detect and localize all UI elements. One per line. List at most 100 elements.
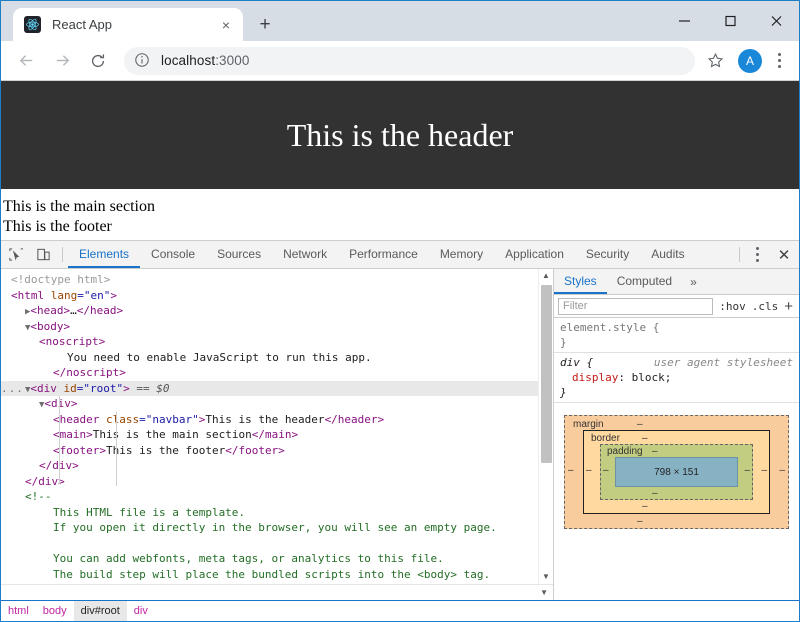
avatar[interactable]: A (738, 48, 762, 73)
style-rule[interactable]: element.style { } (554, 318, 799, 353)
dom-node-line[interactable]: <noscript> (1, 334, 553, 350)
page-header-text: This is the header (286, 116, 514, 153)
dom-node-line[interactable]: This HTML file is a template. (1, 505, 553, 521)
close-window-button[interactable] (753, 1, 799, 39)
dom-node-line[interactable]: <!doctype html> (1, 272, 553, 288)
scrollbar-track[interactable] (539, 283, 554, 570)
padding-top-value[interactable]: – (652, 446, 658, 457)
border-right-value[interactable]: – (761, 465, 767, 476)
url-port: :3000 (215, 53, 250, 68)
devtools-tab-network[interactable]: Network (272, 241, 338, 268)
dom-node-badge-icon[interactable]: ... (1, 381, 24, 397)
new-tab-button[interactable]: + (251, 10, 279, 38)
dom-node-line[interactable]: If you open it directly in the browser, … (1, 520, 553, 536)
dom-node-line[interactable]: <footer>This is the footer</footer> (1, 443, 553, 459)
styles-tab-styles[interactable]: Styles (554, 269, 607, 294)
style-rule[interactable]: user agent stylesheet div { display: blo… (554, 353, 799, 403)
dom-node-line[interactable]: </div> (1, 458, 553, 474)
dom-node-line[interactable]: ▶<head>…</head> (1, 303, 553, 319)
border-bottom-value[interactable]: – (642, 501, 648, 512)
maximize-button[interactable] (707, 1, 753, 39)
scroll-more-arrow-icon[interactable]: ▼ (540, 588, 553, 597)
tab-close-icon[interactable]: × (217, 16, 235, 34)
back-icon[interactable] (11, 46, 41, 76)
dom-node-line[interactable]: <main>This is the main section</main> (1, 427, 553, 443)
dom-node-content: If you open it directly in the browser, … (53, 521, 497, 534)
devtools-close-button[interactable]: ✕ (769, 241, 799, 268)
dom-node-line[interactable]: <header class="navbar">This is the heade… (1, 412, 553, 428)
dom-node-line[interactable]: ▼<div> (1, 396, 553, 412)
minimize-button[interactable] (661, 1, 707, 39)
styles-filter-input[interactable] (558, 297, 714, 315)
forward-icon[interactable] (47, 46, 77, 76)
box-model-border[interactable]: border – – – – padding – – – – 798 × 151 (583, 430, 770, 514)
margin-right-value[interactable]: – (779, 465, 785, 476)
rule-selector[interactable]: div { (560, 356, 593, 369)
margin-bottom-value[interactable]: – (637, 516, 643, 527)
scroll-up-arrow-icon[interactable]: ▲ (542, 269, 550, 283)
rule-property-name[interactable]: display (560, 371, 618, 384)
dom-node-line[interactable]: You need to enable JavaScript to run thi… (1, 350, 553, 366)
dom-node-line[interactable]: </div> (1, 474, 553, 490)
padding-left-value[interactable]: – (603, 465, 609, 476)
rule-property-value[interactable]: block; (632, 371, 672, 384)
window-controls (661, 1, 799, 39)
box-model-margin[interactable]: margin – – – – border – – – – padding – … (564, 415, 789, 529)
devtools-tab-security[interactable]: Security (575, 241, 640, 268)
dom-node-line[interactable] (1, 536, 553, 552)
breadcrumb-item-div-root[interactable]: div#root (73, 601, 127, 621)
breadcrumb-item-body[interactable]: body (36, 601, 74, 621)
dom-node-line[interactable]: The build step will place the bundled sc… (1, 567, 553, 583)
inspect-element-icon[interactable] (1, 241, 29, 268)
padding-bottom-value[interactable]: – (652, 488, 658, 499)
dom-vertical-scrollbar[interactable]: ▲ ▼ (538, 269, 553, 584)
hov-toggle-button[interactable]: :hov (719, 300, 746, 313)
styles-more-icon[interactable]: » (682, 269, 705, 294)
devtools-tab-performance[interactable]: Performance (338, 241, 429, 268)
dom-node-line[interactable]: ▼<body> (1, 319, 553, 335)
dom-horizontal-scrollbar[interactable]: ▼ (1, 584, 553, 600)
tab-title: React App (52, 17, 112, 32)
dom-tree[interactable]: <!doctype html> <html lang="en"> ▶<head>…<… (1, 269, 553, 584)
devtools-tab-elements[interactable]: Elements (68, 241, 141, 268)
device-toolbar-icon[interactable] (29, 241, 57, 268)
styles-tab-computed[interactable]: Computed (607, 269, 682, 294)
rule-selector[interactable]: element.style { (560, 321, 659, 334)
border-left-value[interactable]: – (586, 465, 592, 476)
dom-node-line[interactable]: ... ▼<div id="root"> == $0 (1, 380, 553, 397)
dom-node-line[interactable]: <!-- (1, 489, 553, 505)
devtools-body: <!doctype html> <html lang="en"> ▶<head>…<… (1, 269, 799, 600)
box-model-padding[interactable]: padding – – – – 798 × 151 (600, 444, 753, 500)
box-model-diagram[interactable]: margin – – – – border – – – – padding – … (564, 415, 789, 529)
devtools-tab-audits[interactable]: Audits (640, 241, 695, 268)
dom-node-line[interactable]: </noscript> (1, 365, 553, 381)
reload-icon[interactable] (83, 46, 113, 76)
rule-property-sep: : (618, 371, 632, 384)
url-host: localhost (161, 53, 216, 68)
dom-node-line[interactable]: <html lang="en"> (1, 288, 553, 304)
url-text: localhost:3000 (161, 53, 249, 68)
box-model-content[interactable]: 798 × 151 (615, 457, 738, 487)
margin-top-value[interactable]: – (637, 419, 643, 430)
scrollbar-thumb[interactable] (540, 285, 552, 463)
scroll-down-arrow-icon[interactable]: ▼ (542, 570, 550, 584)
margin-left-value[interactable]: – (568, 465, 574, 476)
devtools-more-icon[interactable] (745, 241, 769, 268)
devtools-tab-memory[interactable]: Memory (429, 241, 494, 268)
border-top-value[interactable]: – (642, 433, 648, 444)
new-style-rule-button[interactable]: + (784, 299, 795, 314)
devtools-tab-sources[interactable]: Sources (206, 241, 272, 268)
cls-toggle-button[interactable]: .cls (752, 300, 779, 313)
devtools-tab-console[interactable]: Console (140, 241, 206, 268)
box-model-margin-label: margin (573, 419, 604, 430)
info-circle-icon[interactable] (134, 52, 151, 69)
dom-node-line[interactable]: You can add webfonts, meta tags, or anal… (1, 551, 553, 567)
breadcrumb-item-div[interactable]: div (127, 601, 155, 621)
browser-tab[interactable]: React App × (13, 8, 243, 41)
kebab-menu-icon[interactable] (769, 53, 789, 68)
star-icon[interactable] (701, 47, 729, 75)
padding-right-value[interactable]: – (744, 465, 750, 476)
address-bar[interactable]: localhost:3000 (124, 46, 695, 75)
breadcrumb-item-html[interactable]: html (1, 601, 36, 621)
devtools-tab-application[interactable]: Application (494, 241, 575, 268)
